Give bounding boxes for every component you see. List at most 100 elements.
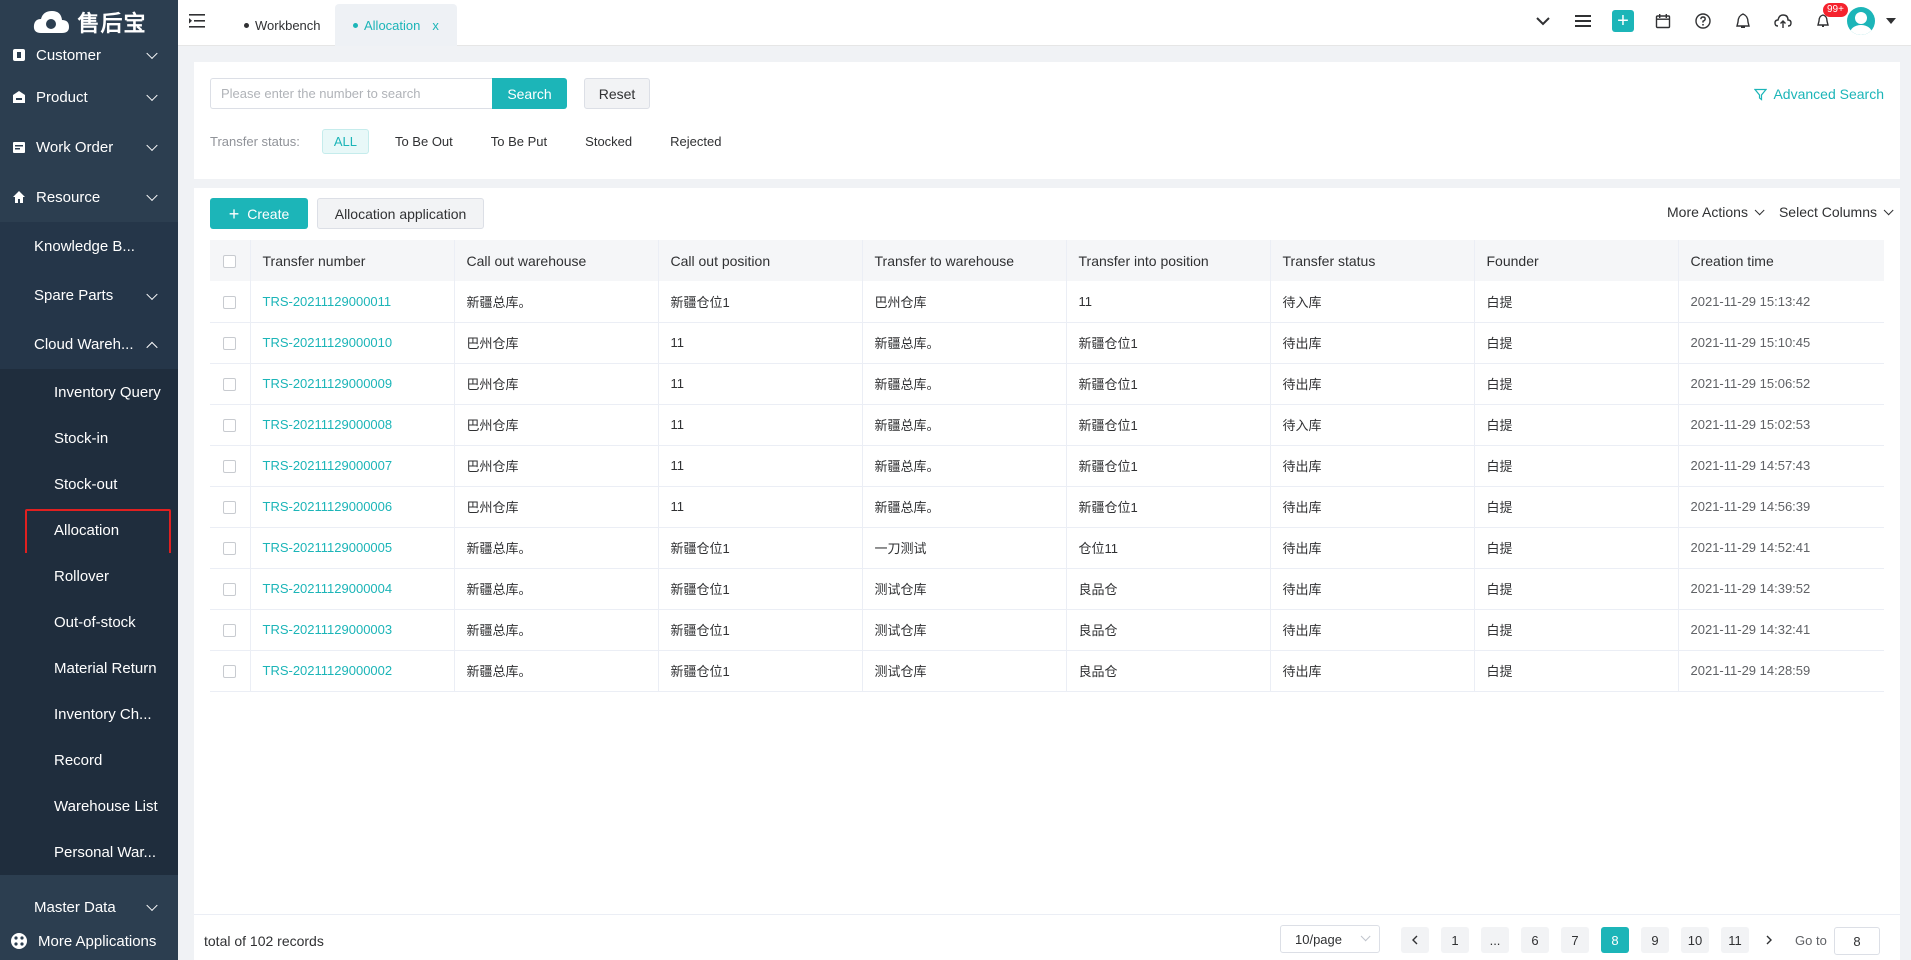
sidebar-item-cloud-warehouse[interactable]: Cloud Wareh...: [0, 320, 178, 369]
sidebar-item-record[interactable]: Record: [0, 737, 178, 783]
sidebar-item-spare-parts[interactable]: Spare Parts: [0, 271, 178, 320]
call-out-position-cell: 新疆仓位1: [658, 650, 863, 692]
status-option-rejected[interactable]: Rejected: [658, 129, 733, 154]
list-menu-icon[interactable]: [1563, 0, 1603, 42]
reset-button[interactable]: Reset: [584, 78, 650, 109]
status-option-to-be-put[interactable]: To Be Put: [479, 129, 559, 154]
transfer-into-position-cell: 仓位11: [1066, 527, 1271, 569]
sidebar-item-out-of-stock[interactable]: Out-of-stock: [0, 599, 178, 645]
table-row[interactable]: TRS-20211129000002 新疆总库。 新疆仓位1 测试仓库 良品仓 待出库 白提…: [210, 650, 1884, 692]
page-size-select[interactable]: 10/page: [1280, 925, 1380, 953]
sidebar-item-work-order[interactable]: Work Order: [0, 122, 178, 172]
sidebar-item-resource[interactable]: Resource: [0, 172, 178, 222]
transfer-number-link[interactable]: TRS-20211129000004: [263, 581, 393, 596]
row-checkbox[interactable]: [223, 419, 237, 433]
transfer-into-position-cell: 良品仓: [1066, 609, 1271, 651]
advanced-search-link[interactable]: Advanced Search: [1754, 86, 1884, 102]
page-button[interactable]: 7: [1561, 927, 1589, 953]
sidebar-item-customer[interactable]: Customer: [0, 38, 178, 72]
page-button[interactable]: 1: [1441, 927, 1469, 953]
create-button[interactable]: + Create: [210, 198, 308, 229]
menu-fold-icon[interactable]: [188, 12, 206, 30]
page-button[interactable]: 6: [1521, 927, 1549, 953]
sidebar-item-knowledge-base[interactable]: Knowledge B...: [0, 222, 178, 271]
sidebar-item-material-return[interactable]: Material Return: [0, 645, 178, 691]
transfer-number-link[interactable]: TRS-20211129000007: [263, 458, 393, 473]
transfer-number-link[interactable]: TRS-20211129000005: [263, 540, 393, 555]
table-row[interactable]: TRS-20211129000007 巴州仓库 11 新疆总库。 新疆仓位1 待出库 白提 2…: [210, 445, 1884, 487]
sidebar-item-inventory-check[interactable]: Inventory Ch...: [0, 691, 178, 737]
sidebar-item-personal-warehouse[interactable]: Personal War...: [0, 829, 178, 875]
search-button[interactable]: Search: [492, 78, 567, 109]
transfer-status-cell: 待入库: [1270, 404, 1475, 446]
add-icon[interactable]: +: [1603, 0, 1643, 42]
column-header: Founder: [1474, 240, 1679, 281]
user-menu-caret-icon[interactable]: [1879, 0, 1903, 42]
row-checkbox[interactable]: [223, 337, 237, 351]
page-button[interactable]: 8: [1601, 927, 1629, 953]
table-row[interactable]: TRS-20211129000008 巴州仓库 11 新疆总库。 新疆仓位1 待入库 白提 2…: [210, 404, 1884, 446]
transfer-number-link[interactable]: TRS-20211129000009: [263, 376, 393, 391]
sidebar-item-warehouse-list[interactable]: Warehouse List: [0, 783, 178, 829]
tab-allocation[interactable]: Allocation x: [335, 4, 457, 46]
table-row[interactable]: TRS-20211129000011 新疆总库。 新疆仓位1 巴州仓库 11 待入库 白提 2…: [210, 281, 1884, 323]
row-checkbox[interactable]: [223, 542, 237, 556]
page-size-value: 10/page: [1295, 931, 1342, 947]
sidebar-item-product[interactable]: Product: [0, 72, 178, 122]
row-checkbox[interactable]: [223, 665, 237, 679]
tab-workbench[interactable]: Workbench: [226, 4, 339, 46]
sidebar-item-stock-out[interactable]: Stock-out: [0, 461, 178, 507]
select-columns-dropdown[interactable]: Select Columns: [1779, 204, 1894, 220]
status-option-all[interactable]: ALL: [321, 128, 369, 154]
sidebar-item-inventory-query[interactable]: Inventory Query: [0, 369, 178, 415]
transfer-number-link[interactable]: TRS-20211129000006: [263, 499, 393, 514]
creation-time-cell: 2021-11-29 15:02:53: [1678, 404, 1884, 446]
creation-time-cell: 2021-11-29 15:06:52: [1678, 363, 1884, 405]
calendar-icon[interactable]: [1643, 0, 1683, 42]
page-button[interactable]: 11: [1721, 927, 1749, 953]
row-checkbox[interactable]: [223, 378, 237, 392]
cloud-upload-icon[interactable]: [1763, 0, 1803, 42]
table-row[interactable]: TRS-20211129000009 巴州仓库 11 新疆总库。 新疆仓位1 待出库 白提 2…: [210, 363, 1884, 405]
transfer-number-link[interactable]: TRS-20211129000008: [263, 417, 393, 432]
transfer-number-link[interactable]: TRS-20211129000010: [263, 335, 393, 350]
page-button[interactable]: 10: [1681, 927, 1709, 953]
row-checkbox[interactable]: [223, 460, 237, 474]
next-page-button[interactable]: [1755, 927, 1783, 953]
prev-page-button[interactable]: [1401, 927, 1429, 953]
notification-bell-icon[interactable]: [1723, 0, 1763, 42]
status-option-stocked[interactable]: Stocked: [573, 129, 644, 154]
select-all-checkbox[interactable]: [223, 255, 237, 269]
transfer-status-cell: 待出库: [1270, 486, 1475, 528]
more-actions-dropdown[interactable]: More Actions: [1667, 204, 1765, 220]
sidebar-item-allocation[interactable]: Allocation: [0, 507, 178, 553]
transfer-number-link[interactable]: TRS-20211129000002: [263, 663, 393, 678]
help-icon[interactable]: [1683, 0, 1723, 42]
collapse-icon[interactable]: [1523, 0, 1563, 42]
table-row[interactable]: TRS-20211129000004 新疆总库。 新疆仓位1 测试仓库 良品仓 待出库 白提…: [210, 568, 1884, 610]
allocation-application-button[interactable]: Allocation application: [317, 198, 484, 229]
advanced-search-label: Advanced Search: [1773, 86, 1884, 102]
row-checkbox[interactable]: [223, 583, 237, 597]
message-icon[interactable]: 99+: [1803, 0, 1848, 42]
table-row[interactable]: TRS-20211129000003 新疆总库。 新疆仓位1 测试仓库 良品仓 待出库 白提…: [210, 609, 1884, 651]
table-row[interactable]: TRS-20211129000010 巴州仓库 11 新疆总库。 新疆仓位1 待出库 白提 2…: [210, 322, 1884, 364]
user-avatar[interactable]: [1843, 0, 1879, 42]
table-row[interactable]: TRS-20211129000005 新疆总库。 新疆仓位1 一刀测试 仓位11 待出库白…: [210, 527, 1884, 569]
transfer-number-link[interactable]: TRS-20211129000003: [263, 622, 393, 637]
row-checkbox[interactable]: [223, 624, 237, 638]
goto-page-input[interactable]: [1834, 927, 1880, 955]
page-button[interactable]: 9: [1641, 927, 1669, 953]
sidebar-item-label: Rollover: [54, 567, 110, 585]
close-icon[interactable]: x: [432, 18, 439, 33]
more-applications-button[interactable]: More Applications: [0, 922, 178, 960]
page-ellipsis[interactable]: ...: [1481, 927, 1509, 953]
row-checkbox[interactable]: [223, 295, 237, 309]
sidebar-item-stock-in[interactable]: Stock-in: [0, 415, 178, 461]
row-checkbox[interactable]: [223, 501, 237, 515]
search-input[interactable]: [210, 78, 492, 109]
status-option-to-be-out[interactable]: To Be Out: [383, 129, 465, 154]
sidebar-item-rollover[interactable]: Rollover: [0, 553, 178, 599]
table-row[interactable]: TRS-20211129000006 巴州仓库 11 新疆总库。 新疆仓位1 待出库 白提 2…: [210, 486, 1884, 528]
transfer-number-link[interactable]: TRS-20211129000011: [263, 294, 392, 309]
